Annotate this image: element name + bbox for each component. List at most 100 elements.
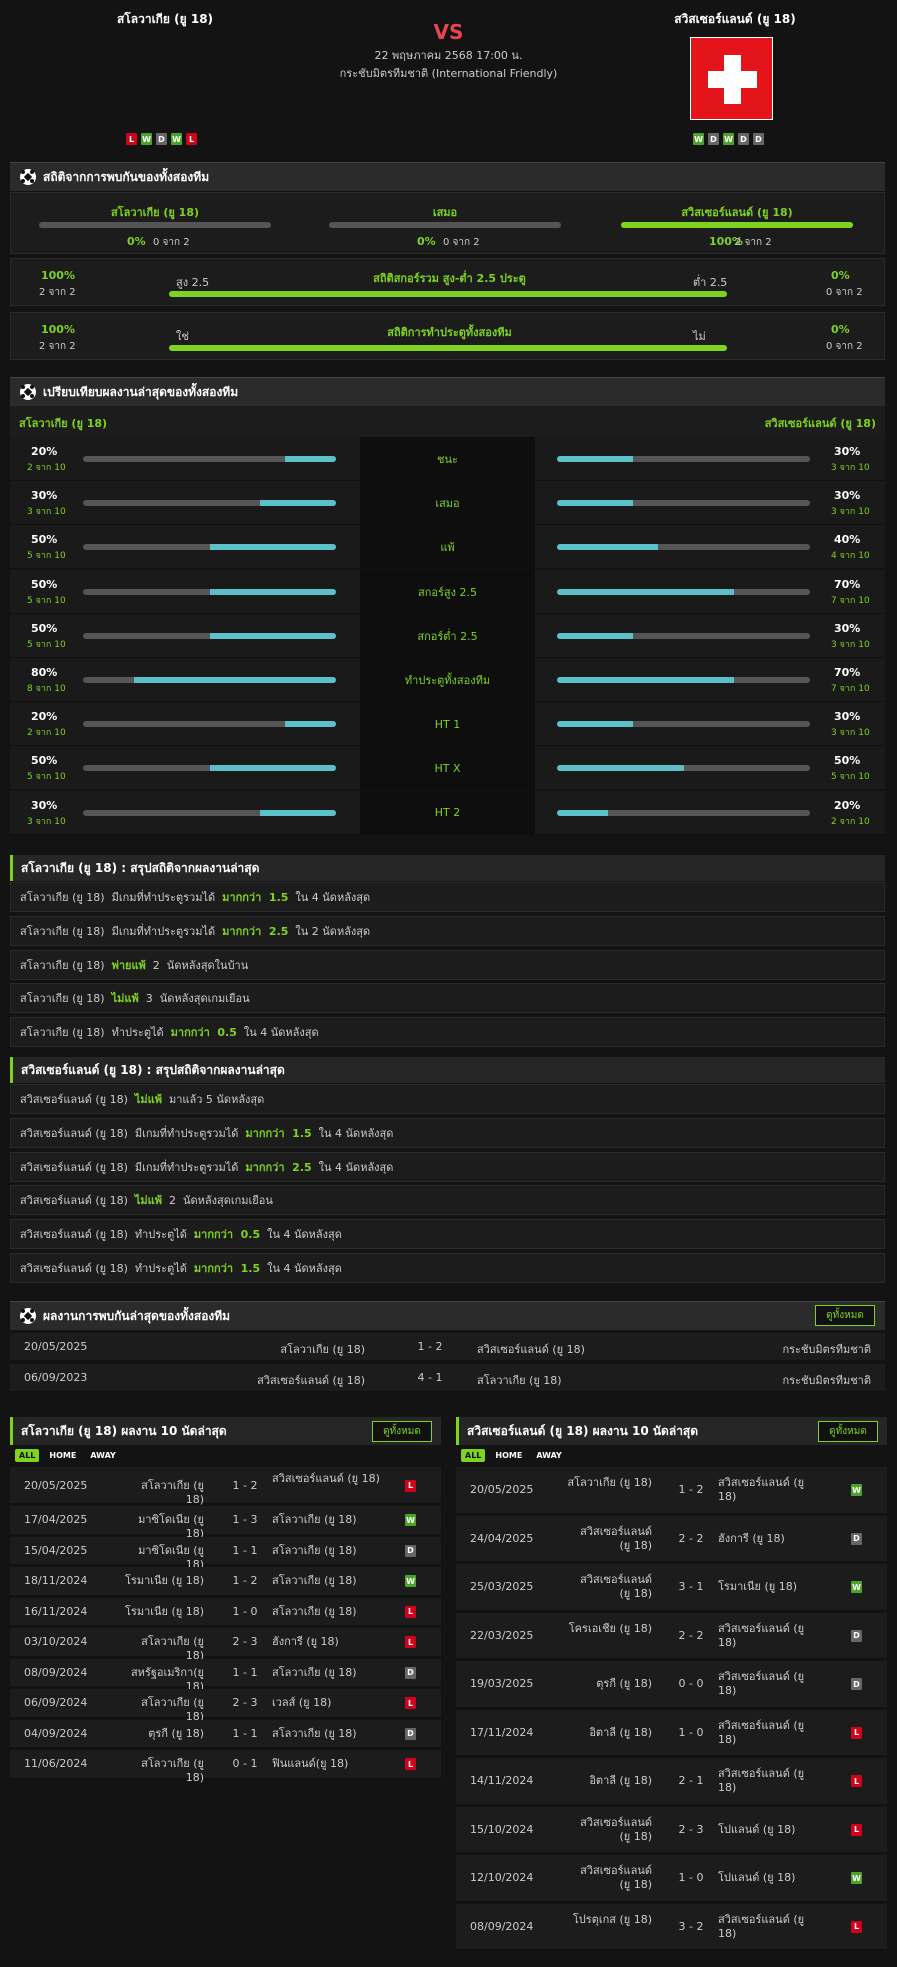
last10-row[interactable]: 24/04/2025 สวิสเซอร์แลนด์ (ยู 18) 2 - 2 ฮัง…: [456, 1515, 887, 1562]
last10-row[interactable]: 17/11/2024 อิตาลี (ยู 18) 1 - 0 สวิสเซอร์แล…: [456, 1709, 887, 1756]
match-score: 1 - 3: [232, 1513, 258, 1527]
compare-left-pct: 30%: [31, 489, 58, 503]
section-title: เปรียบเทียบผลงานล่าสุดของทั้งสองทีม: [43, 384, 239, 399]
match-score: 1 - 2: [232, 1478, 258, 1492]
result-badge-d: D: [851, 1532, 862, 1545]
last10-row[interactable]: 20/05/2025 สโลวาเกีย (ยู 18) 1 - 2 สวิสเซอร…: [456, 1467, 887, 1514]
tab-away[interactable]: AWAY: [532, 1449, 566, 1462]
result-badge-l: L: [851, 1920, 862, 1933]
tab-all[interactable]: ALL: [461, 1449, 486, 1462]
last10-tabs: ALL HOME AWAY: [15, 1449, 120, 1462]
summary-row: สโลวาเกีย (ยู 18) ทำประตูได้ มากกว่า 0.5…: [10, 1017, 885, 1048]
compare-row-label: HT 2: [360, 790, 535, 835]
match-score: 1 - 2: [417, 1340, 443, 1353]
compare-left-count: 5 จาก 10: [27, 639, 66, 650]
tab-all[interactable]: ALL: [15, 1449, 40, 1462]
compare-right-pct: 30%: [834, 710, 861, 724]
match-away: สวิสเซอร์แลนด์ (ยู 18): [718, 1476, 805, 1504]
last10-title: สวิสเซอร์แลนด์ (ยู 18) ผลงาน 10 นัดล่าสุ…: [467, 1423, 699, 1438]
h2h-col-label: เสมอ: [432, 206, 458, 219]
match-score: 1 - 0: [232, 1604, 258, 1618]
last10-row[interactable]: 20/05/2025 สโลวาเกีย (ยู 18) 1 - 2 สวิสเซอร…: [10, 1467, 441, 1506]
last10-row[interactable]: 03/10/2024 สโลวาเกีย (ยู 18) 2 - 3 ฮังการี …: [10, 1628, 441, 1662]
h2h-col-bar: [329, 222, 561, 228]
last10-row[interactable]: 22/03/2025 โครเอเชีย (ยู 18) 2 - 2 สวิสเซอร…: [456, 1612, 887, 1659]
summary-text: สวิสเซอร์แลนด์ (ยู 18) ทำประตูได้: [20, 1228, 194, 1242]
h2h-col-bar: [621, 222, 853, 228]
match-away: สโลวาเกีย (ยู 18): [272, 1574, 357, 1588]
result-badge-l: L: [186, 133, 197, 145]
away-form-badges: WDWDD: [693, 133, 764, 145]
match-home: สวิสเซอร์แลนด์ (ยู 18): [580, 1815, 652, 1843]
last10-row[interactable]: 08/09/2024 โปรตุเกส (ยู 18) 3 - 2 สวิสเซอร์…: [456, 1903, 887, 1950]
last10-view-all-button[interactable]: ดูทั้งหมด: [372, 1421, 432, 1442]
h2h-result-row[interactable]: 06/09/2023 สวิสเซอร์แลนด์ (ยู 18) 4 - 1 สโล…: [10, 1364, 885, 1392]
away-team-name[interactable]: สวิสเซอร์แลนด์ (ยู 18): [630, 10, 840, 29]
summary-text: ใน 4 นัดหลังสุด: [236, 1026, 319, 1040]
compare-right-bar: [557, 677, 810, 683]
result-badge-d: D: [405, 1666, 416, 1679]
compare-left-bar-fill: [133, 677, 336, 683]
last10-row[interactable]: 25/03/2025 สวิสเซอร์แลนด์ (ยู 18) 3 - 1 โรม…: [456, 1564, 887, 1611]
tab-home[interactable]: HOME: [45, 1449, 80, 1462]
compare-row: 50% 5 จาก 10 HT X 50% 5 จาก 10: [10, 746, 885, 791]
h2h-col-label: สโลวาเกีย (ยู 18): [110, 206, 200, 219]
compare-row: 20% 2 จาก 10 ชนะ 30% 3 จาก 10: [10, 437, 885, 481]
last10-row[interactable]: 08/09/2024 สหรัฐอเมริกา(ยู 18) 1 - 1 สโลวาเ…: [10, 1658, 441, 1693]
match-score: 1 - 1: [232, 1665, 258, 1679]
h2h-result-row[interactable]: 20/05/2025 สโลวาเกีย (ยู 18) 1 - 2 สวิสเซอร…: [10, 1333, 885, 1361]
tab-away[interactable]: AWAY: [86, 1449, 120, 1462]
match-date: 18/11/2024: [24, 1574, 88, 1588]
compare-left-count: 5 จาก 10: [27, 551, 66, 562]
summary-text: ใน 2 นัดหลังสุด: [288, 924, 371, 938]
match-home: ตุรกี (ยู 18): [596, 1677, 652, 1691]
row-left-pct: 100%: [41, 323, 75, 336]
compare-right-pct: 70%: [834, 577, 861, 591]
match-away: สวิสเซอร์แลนด์ (ยู 18): [718, 1670, 805, 1698]
last10-view-all-button[interactable]: ดูทั้งหมด: [818, 1421, 878, 1442]
result-badge-d: D: [708, 133, 719, 145]
match-home: โรมาเนีย (ยู 18): [125, 1574, 204, 1588]
last10-row[interactable]: 17/04/2025 มาซิโดเนีย (ยู 18) 1 - 3 สโลวาเก…: [10, 1506, 441, 1540]
result-badge-w: W: [171, 133, 182, 145]
compare-right-count: 7 จาก 10: [831, 595, 870, 606]
match-home: ตุรกี (ยู 18): [148, 1726, 204, 1740]
match-score: 3 - 2: [678, 1919, 704, 1933]
last10-row[interactable]: 19/03/2025 ตุรกี (ยู 18) 0 - 0 สวิสเซอร์แลน…: [456, 1661, 887, 1708]
match-date: 06/09/2023: [24, 1371, 88, 1384]
match-away: สโลวาเกีย (ยู 18): [272, 1513, 357, 1527]
match-date: 03/10/2024: [24, 1635, 88, 1649]
last10-row[interactable]: 14/11/2024 อิตาลี (ยู 18) 2 - 1 สวิสเซอร์แล…: [456, 1758, 887, 1805]
summary-row: สวิสเซอร์แลนด์ (ยู 18) ไม่แพ้ มาแล้ว 5 น…: [10, 1084, 885, 1114]
compare-right-count: 3 จาก 10: [831, 463, 870, 473]
last10-row[interactable]: 06/09/2024 สโลวาเกีย (ยู 18) 2 - 3 เวลส์ (ย…: [10, 1689, 441, 1723]
match-score: 3 - 1: [678, 1580, 704, 1594]
compare-right-count: 3 จาก 10: [831, 507, 870, 518]
last10-row[interactable]: 16/11/2024 โรมาเนีย (ยู 18) 1 - 0 สโลวาเกีย…: [10, 1597, 441, 1626]
last10-row[interactable]: 15/04/2025 มาซิโดเนีย (ยู 18) 1 - 1 สโลวาเก…: [10, 1536, 441, 1571]
h2h-stats-header: สถิติจากการพบกันของทั้งสองทีม: [10, 162, 885, 191]
match-away: สโลวาเกีย (ยู 18): [272, 1665, 357, 1679]
h2h-view-all-button[interactable]: ดูทั้งหมด: [815, 1305, 875, 1326]
summary-text: สโลวาเกีย (ยู 18) ทำประตูได้: [20, 1026, 171, 1040]
match-date: 11/06/2024: [24, 1757, 88, 1771]
compare-left-pct: 50%: [31, 754, 58, 768]
summary-row: สวิสเซอร์แลนด์ (ยู 18) ทำประตูได้ มากกว่…: [10, 1219, 885, 1250]
last10-row[interactable]: 15/10/2024 สวิสเซอร์แลนด์ (ยู 18) 2 - 3 โปแ…: [456, 1806, 887, 1853]
compare-row: 50% 5 จาก 10 สกอร์ต่ำ 2.5 30% 3 จาก 10: [10, 613, 885, 658]
compare-row-label: ชนะ: [360, 437, 535, 481]
compare-right-bar: [557, 500, 810, 507]
last10-row[interactable]: 04/09/2024 ตุรกี (ยู 18) 1 - 1 สโลวาเกีย (ย…: [10, 1719, 441, 1748]
match-home: สวิสเซอร์แลนด์ (ยู 18): [257, 1374, 365, 1387]
last10-row[interactable]: 18/11/2024 โรมาเนีย (ยู 18) 1 - 2 สโลวาเกีย…: [10, 1567, 441, 1596]
tab-home[interactable]: HOME: [491, 1449, 526, 1462]
last10-row[interactable]: 11/06/2024 สโลวาเกีย (ยู 18) 0 - 1 ฟินแลนด์…: [10, 1750, 441, 1784]
compare-left-bar-fill: [209, 765, 336, 772]
last10-row[interactable]: 12/10/2024 สวิสเซอร์แลนด์ (ยู 18) 1 - 0 โปแ…: [456, 1855, 887, 1902]
match-away: สโลวาเกีย (ยู 18): [272, 1726, 357, 1740]
result-badge-w: W: [851, 1484, 862, 1497]
result-badge-l: L: [405, 1636, 416, 1649]
compare-row: 30% 3 จาก 10 เสมอ 30% 3 จาก 10: [10, 481, 885, 526]
match-score: 0 - 1: [232, 1757, 258, 1771]
summary-row: สวิสเซอร์แลนด์ (ยู 18) มีเกมที่ทำประตูรว…: [10, 1117, 885, 1148]
